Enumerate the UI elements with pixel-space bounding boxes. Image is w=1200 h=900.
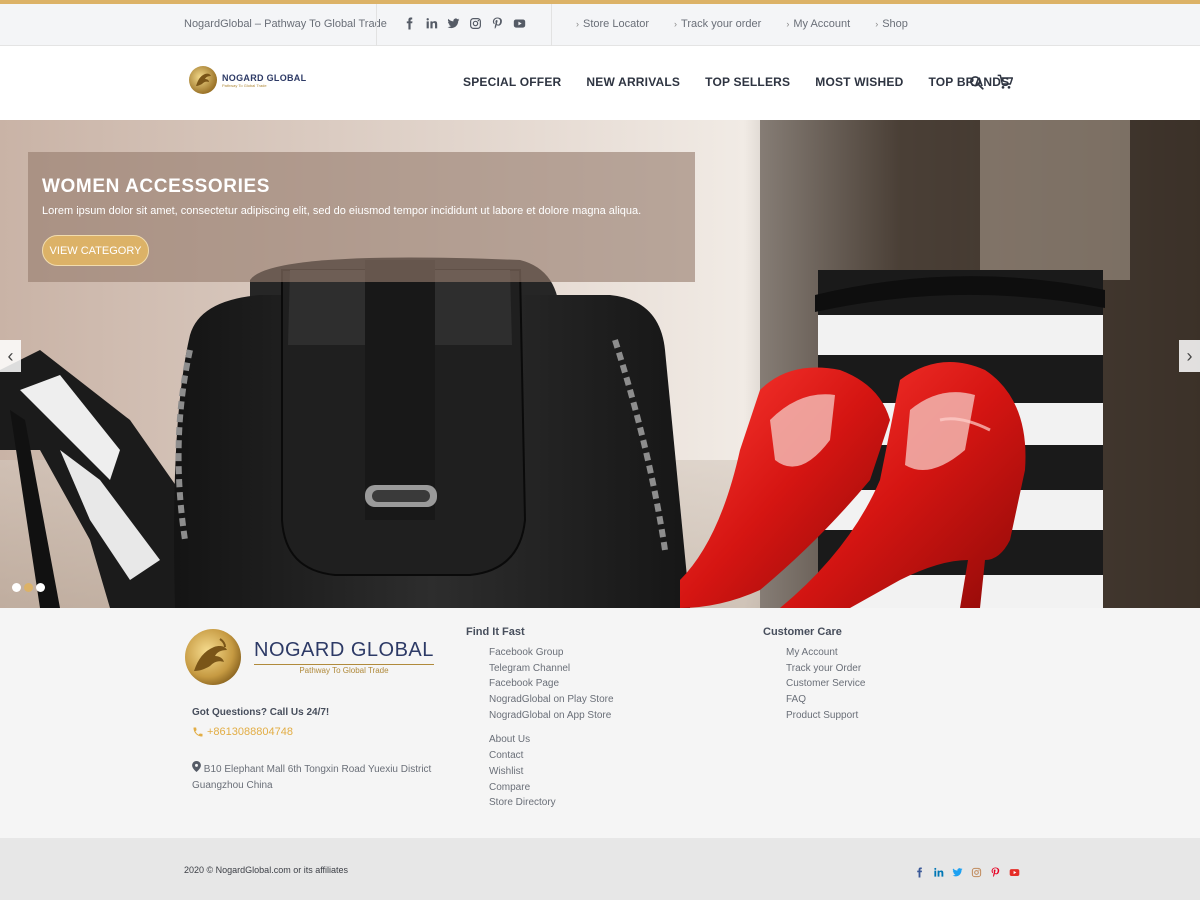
- phone-number: +8613088804748: [207, 726, 293, 738]
- divider: [551, 4, 552, 46]
- footer: NOGARD GLOBAL Pathway To Global Trade Go…: [0, 609, 1200, 838]
- footer-link-facebook-page[interactable]: Facebook Page: [489, 678, 614, 694]
- pinterest-icon[interactable]: [490, 16, 504, 30]
- footer-link-play-store[interactable]: NogradGlobal on Play Store: [489, 694, 614, 710]
- twitter-icon[interactable]: [446, 16, 460, 30]
- chevron-right-icon: ›: [875, 19, 879, 29]
- shop-link[interactable]: › Shop: [875, 18, 908, 30]
- facebook-icon[interactable]: [913, 866, 926, 879]
- chevron-right-icon: ›: [786, 19, 790, 29]
- top-links: › Store Locator › Track your order › My Acc…: [576, 18, 933, 30]
- dragon-emblem-icon: [189, 66, 217, 94]
- slider-dot[interactable]: [36, 583, 45, 592]
- find-it-fast-links: Facebook Group Telegram Channel Facebook…: [489, 647, 614, 725]
- hero-slider: WOMEN ACCESSORIES Lorem ipsum dolor sit …: [0, 120, 1200, 608]
- cart-icon[interactable]: [996, 73, 1014, 91]
- chevron-right-icon: ›: [674, 19, 678, 29]
- facebook-icon[interactable]: [402, 16, 416, 30]
- footer-logo: NOGARD GLOBAL Pathway To Global Trade: [180, 627, 434, 687]
- footer-link-customer-service[interactable]: Customer Service: [786, 678, 865, 694]
- linkedin-icon[interactable]: [932, 866, 945, 879]
- instagram-icon[interactable]: [468, 16, 482, 30]
- linkedin-icon[interactable]: [424, 16, 438, 30]
- footer-link-wishlist[interactable]: Wishlist: [489, 766, 614, 782]
- customer-care-column: Customer Care My Account Track your Orde…: [763, 626, 865, 725]
- footer-link-compare[interactable]: Compare: [489, 782, 614, 798]
- customer-care-links: My Account Track your Order Customer Ser…: [786, 647, 865, 725]
- instagram-icon[interactable]: [970, 866, 983, 879]
- footer-link-track-order[interactable]: Track your Order: [786, 663, 865, 679]
- footer-link-telegram[interactable]: Telegram Channel: [489, 663, 614, 679]
- youtube-icon[interactable]: [1008, 866, 1021, 879]
- map-pin-icon: [192, 761, 201, 772]
- youtube-icon[interactable]: [512, 16, 526, 30]
- main-header: NOGARD GLOBAL Pathway To Global Trade SP…: [0, 46, 1200, 120]
- hero-caption: WOMEN ACCESSORIES Lorem ipsum dolor sit …: [28, 152, 695, 282]
- logo-text: NOGARD GLOBAL: [222, 72, 307, 83]
- slider-pagination: [12, 583, 45, 592]
- site-tagline: NogardGlobal – Pathway To Global Trade: [184, 18, 387, 30]
- hero-title: WOMEN ACCESSORIES: [42, 176, 271, 197]
- search-icon[interactable]: [967, 73, 985, 91]
- pinterest-icon[interactable]: [989, 866, 1002, 879]
- chevron-right-icon: ›: [576, 19, 579, 29]
- store-address: B10 Elephant Mall 6th Tongxin Road Yuexi…: [192, 761, 432, 794]
- customer-care-heading: Customer Care: [763, 626, 842, 638]
- logo-underline: [254, 664, 434, 665]
- info-links: About Us Contact Wishlist Compare Store …: [489, 734, 614, 812]
- footer-link-faq[interactable]: FAQ: [786, 694, 865, 710]
- slider-dot-active[interactable]: [24, 583, 33, 592]
- copyright-text: 2020 © NogardGlobal.com or its affiliate…: [184, 865, 349, 875]
- dragon-emblem-icon: [185, 629, 241, 685]
- nav-special-offer[interactable]: SPECIAL OFFER: [463, 75, 561, 89]
- top-bar: NogardGlobal – Pathway To Global Trade ›…: [0, 4, 1200, 46]
- footer-link-facebook-group[interactable]: Facebook Group: [489, 647, 614, 663]
- phone-icon: [193, 727, 203, 737]
- footer-logo-subtitle: Pathway To Global Trade: [299, 666, 389, 675]
- footer-link-product-support[interactable]: Product Support: [786, 710, 865, 726]
- nav-top-sellers[interactable]: TOP SELLERS: [705, 75, 790, 89]
- footer-link-app-store[interactable]: NogradGlobal on App Store: [489, 710, 614, 726]
- contact-phone[interactable]: +8613088804748: [192, 726, 293, 738]
- slider-prev-arrow[interactable]: ‹: [0, 340, 21, 372]
- footer-link-contact[interactable]: Contact: [489, 750, 614, 766]
- hero-description: Lorem ipsum dolor sit amet, consectetur …: [42, 205, 642, 217]
- footer-link-about[interactable]: About Us: [489, 734, 614, 750]
- main-nav: SPECIAL OFFER NEW ARRIVALS TOP SELLERS M…: [463, 75, 1034, 89]
- address-text: B10 Elephant Mall 6th Tongxin Road Yuexi…: [192, 764, 432, 791]
- contact-heading: Got Questions? Call Us 24/7!: [192, 707, 330, 718]
- find-it-fast-column: Find It Fast Facebook Group Telegram Cha…: [466, 626, 614, 813]
- divider: [376, 4, 377, 46]
- view-category-button[interactable]: VIEW CATEGORY: [42, 235, 149, 266]
- my-account-link[interactable]: › My Account: [786, 18, 850, 30]
- find-it-fast-heading: Find It Fast: [466, 626, 525, 638]
- footer-logo-text: NOGARD GLOBAL: [254, 639, 434, 661]
- twitter-icon[interactable]: [951, 866, 964, 879]
- track-order-link[interactable]: › Track your order: [674, 18, 761, 30]
- nav-new-arrivals[interactable]: NEW ARRIVALS: [586, 75, 680, 89]
- store-locator-link[interactable]: › Store Locator: [576, 18, 649, 30]
- bottom-bar: 2020 © NogardGlobal.com or its affiliate…: [0, 838, 1200, 900]
- logo-subtitle: Pathway To Global Trade: [222, 82, 267, 88]
- slider-dot[interactable]: [12, 583, 21, 592]
- slider-next-arrow[interactable]: ›: [1179, 340, 1200, 372]
- bottom-social-links: [913, 866, 1021, 879]
- site-logo[interactable]: NOGARD GLOBAL Pathway To Global Trade: [188, 64, 306, 96]
- footer-link-store-directory[interactable]: Store Directory: [489, 797, 614, 813]
- top-social-links: [402, 16, 526, 30]
- footer-link-my-account[interactable]: My Account: [786, 647, 865, 663]
- nav-most-wished[interactable]: MOST WISHED: [815, 75, 903, 89]
